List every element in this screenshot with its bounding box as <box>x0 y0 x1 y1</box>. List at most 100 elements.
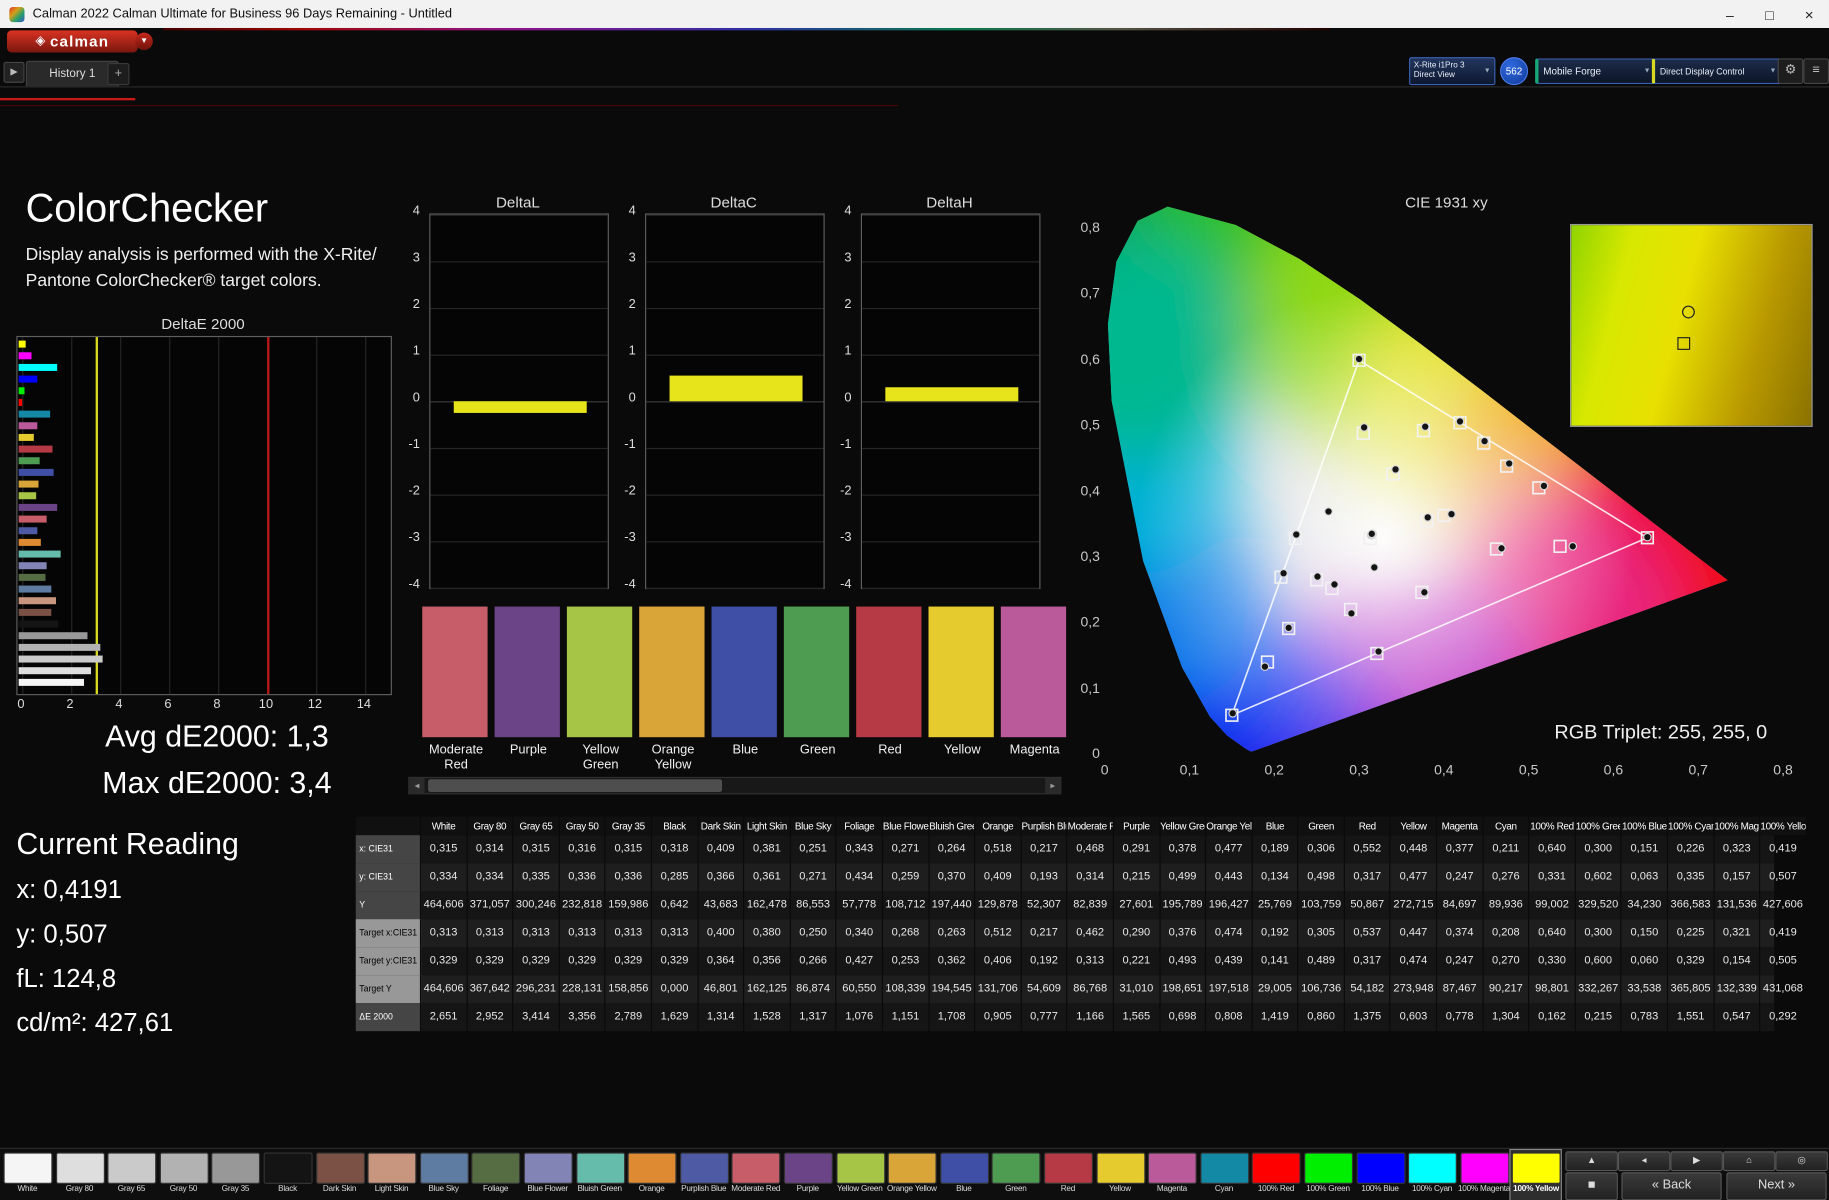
column-header: White <box>421 816 468 836</box>
column-header: Orange Yellow <box>1206 816 1253 836</box>
table-cell: 0,376 <box>1160 919 1207 948</box>
deltaH-plot <box>860 213 1041 590</box>
gridline <box>646 447 824 450</box>
display-control-selector[interactable]: Direct Display Control ▼ <box>1651 58 1783 84</box>
table-cell: 0,474 <box>1391 947 1438 976</box>
table-cell: 0,060 <box>1622 947 1669 976</box>
table-cell: 57,778 <box>837 891 883 920</box>
minimize-button[interactable]: – <box>1710 0 1750 28</box>
patch-button[interactable]: Light Skin <box>366 1150 417 1200</box>
patch-button[interactable]: Purplish Blue <box>679 1150 729 1200</box>
stop-button[interactable]: ■ <box>1565 1172 1618 1200</box>
scroll-right-icon[interactable]: ▸ <box>1045 778 1061 794</box>
swatch-scrollbar[interactable]: ◂ ▸ <box>408 776 1062 795</box>
axis-tick-label: -4 <box>840 577 852 592</box>
menu-icon[interactable]: ≡ <box>1803 58 1829 84</box>
tab-history-1[interactable]: History 1 <box>25 60 119 87</box>
scroll-left-icon[interactable]: ◂ <box>409 778 425 794</box>
patch-button[interactable]: Orange Yellow <box>887 1150 937 1200</box>
gridline <box>120 337 122 695</box>
patch-button[interactable]: Bluish Green <box>575 1150 625 1200</box>
patch-button[interactable]: 100% Blue <box>1355 1150 1406 1200</box>
patch-button[interactable]: Purple <box>783 1150 833 1200</box>
patch-button[interactable]: Blue Flower <box>523 1150 573 1200</box>
patch-swatch <box>1356 1152 1406 1184</box>
power-button[interactable]: ◎ <box>1775 1151 1828 1172</box>
next-button[interactable]: Next » <box>1726 1172 1827 1200</box>
patch-button[interactable]: Yellow <box>1095 1150 1145 1200</box>
table-cell: 1,629 <box>652 1003 699 1032</box>
patch-button[interactable]: White <box>2 1150 53 1200</box>
measured-point <box>1260 662 1270 671</box>
patch-label: Yellow Green <box>837 1185 883 1194</box>
deltaE-bar <box>18 538 41 546</box>
measured-point <box>1279 568 1288 578</box>
axis-tick-label: 0,8 <box>1080 219 1100 236</box>
table-cell: 90,217 <box>1483 975 1530 1004</box>
table-cell: 86,768 <box>1068 975 1114 1004</box>
axis-tick-label: -2 <box>840 484 852 499</box>
delta-bar <box>669 375 803 402</box>
table-cell: 0,251 <box>791 835 837 864</box>
patch-button[interactable]: Magenta <box>1147 1150 1197 1200</box>
read-continuous-button[interactable]: ▶ <box>1670 1151 1723 1172</box>
patch-button[interactable]: Gray 65 <box>106 1150 157 1200</box>
column-header: Gray 65 <box>513 816 560 836</box>
patch-button[interactable]: Blue <box>939 1150 989 1200</box>
gear-icon[interactable]: ⚙ <box>1777 58 1804 84</box>
table-cell: 0,268 <box>883 919 930 948</box>
patch-button[interactable]: Black <box>262 1150 313 1200</box>
patch-button[interactable]: 100% Red <box>1251 1150 1302 1200</box>
patch-button[interactable]: 100% Green <box>1303 1150 1354 1200</box>
swatch-item: Yellow Green <box>565 606 637 782</box>
scrollbar-thumb[interactable] <box>428 779 723 793</box>
table-row: x: CIE31 0,315 0,314 0,315 0,316 0,315 0,318 0,… <box>355 835 1807 864</box>
table-cell: 0,778 <box>1437 1003 1484 1032</box>
patch-button[interactable]: Moderate Red <box>731 1150 781 1200</box>
patch-button[interactable]: Gray 80 <box>54 1150 105 1200</box>
current-reading-title: Current Reading <box>16 825 239 861</box>
next-label: Next <box>1757 1178 1785 1193</box>
back-button[interactable]: « Back <box>1621 1172 1722 1200</box>
home-button[interactable]: ⌂ <box>1722 1151 1776 1172</box>
close-button[interactable]: × <box>1789 0 1829 28</box>
deltaE-bar <box>18 387 24 395</box>
axis-tick-label: 0,2 <box>1080 613 1100 631</box>
patch-button[interactable]: Dark Skin <box>314 1150 365 1200</box>
patch-button[interactable]: Blue Sky <box>419 1150 469 1200</box>
meter-selector[interactable]: X-Rite i1Pro 3 Direct View ▼ <box>1409 57 1496 86</box>
gridline <box>71 337 73 695</box>
table-cell: 0,318 <box>652 835 699 864</box>
deltaE-bar <box>18 352 33 360</box>
table-cell: 371,057 <box>467 891 514 920</box>
patch-button[interactable]: Orange <box>627 1150 677 1200</box>
add-tab-button[interactable]: + <box>107 62 130 86</box>
patch-button[interactable]: 100% Magenta <box>1458 1150 1510 1200</box>
collapse-up-button[interactable]: ▲ <box>1565 1151 1618 1172</box>
patch-button[interactable]: Gray 35 <box>210 1150 261 1200</box>
delta-bar <box>453 401 587 413</box>
table-cell: 0,157 <box>1714 863 1761 892</box>
patch-button[interactable]: 100% Cyan <box>1407 1150 1458 1200</box>
patch-button[interactable]: 100% Yellow <box>1509 1148 1563 1200</box>
swatch-label: Blue <box>732 743 759 758</box>
table-cell: 3,356 <box>560 1003 606 1032</box>
calman-logo-button[interactable]: ◈ calman <box>6 30 138 53</box>
logo-dropdown-button[interactable]: ▼ <box>135 32 153 51</box>
patch-button[interactable]: Red <box>1043 1150 1093 1200</box>
gridline <box>646 401 824 403</box>
patch-button[interactable]: Yellow Green <box>835 1150 885 1200</box>
patch-swatch <box>1148 1152 1197 1184</box>
table-cell: 2,789 <box>606 1003 653 1032</box>
patch-button[interactable]: Cyan <box>1199 1150 1250 1200</box>
source-selector[interactable]: Mobile Forge ▼ <box>1535 58 1657 84</box>
column-header: Green <box>1298 816 1345 836</box>
patch-label: Purple <box>796 1185 819 1194</box>
patch-button[interactable]: Green <box>991 1150 1041 1200</box>
axis-tick-label: -3 <box>840 530 852 545</box>
patch-button[interactable]: Foliage <box>471 1150 521 1200</box>
skip-back-button[interactable]: ◂ <box>1617 1151 1671 1172</box>
patch-button[interactable]: Gray 50 <box>158 1150 209 1200</box>
maximize-button[interactable]: □ <box>1750 0 1790 28</box>
play-layout-button[interactable]: ▶ <box>3 61 25 83</box>
